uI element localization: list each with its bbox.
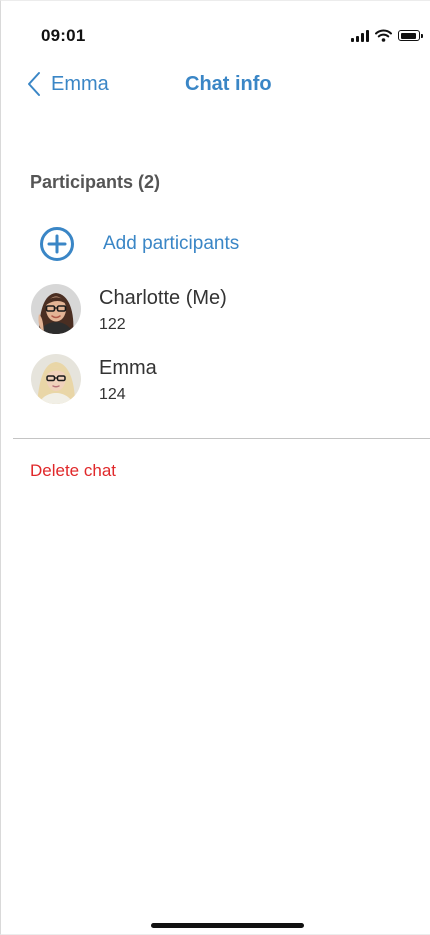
participants-section-title: Participants (2) (30, 172, 161, 192)
page-title: Chat info (185, 73, 272, 95)
status-icons (351, 29, 423, 42)
delete-chat-button[interactable]: Delete chat (30, 461, 116, 481)
status-bar: 09:01 (1, 1, 430, 63)
avatar-emma (31, 354, 81, 404)
avatar (31, 354, 81, 404)
chevron-left-icon (28, 72, 40, 96)
home-indicator (151, 923, 304, 928)
back-button[interactable]: Emma (27, 71, 109, 97)
avatar-charlotte (31, 284, 81, 334)
plus-circle-icon (40, 227, 74, 261)
navigation-bar: Emma Chat info (1, 63, 430, 111)
participant-number: 122 (99, 316, 126, 333)
battery-icon (398, 30, 423, 41)
wifi-icon (375, 29, 392, 42)
status-time: 09:01 (41, 26, 86, 45)
add-participants-button[interactable]: Add participants (39, 226, 239, 262)
chat-info-screen: 09:01 Emma Chat info Participants (2) Ad… (0, 0, 430, 935)
back-button-label: Emma (51, 72, 109, 95)
participants-list: Charlotte (Me) 122 Emma 124 (1, 281, 430, 421)
participant-name: Emma (99, 357, 157, 379)
cellular-signal-icon (351, 29, 369, 42)
participant-name: Charlotte (Me) (99, 287, 227, 309)
add-participants-label: Add participants (103, 233, 240, 254)
participant-number: 124 (99, 386, 126, 403)
participant-item[interactable]: Charlotte (Me) 122 (1, 281, 430, 351)
participant-item[interactable]: Emma 124 (1, 351, 430, 421)
avatar (31, 284, 81, 334)
section-divider (13, 438, 430, 439)
